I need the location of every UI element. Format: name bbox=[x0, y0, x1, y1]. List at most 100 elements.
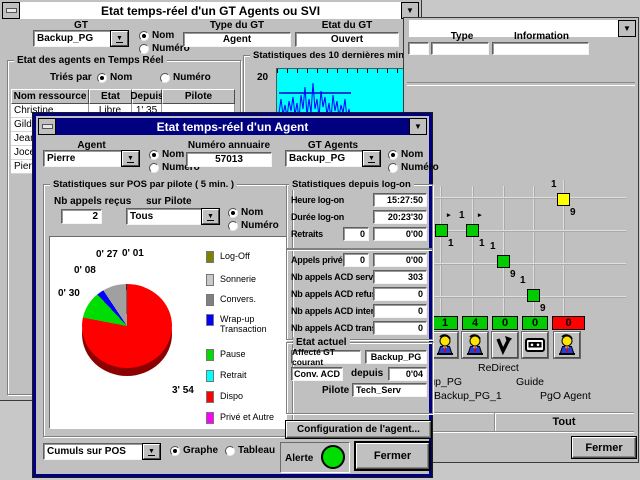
gtagents-radio-numero[interactable] bbox=[388, 163, 398, 173]
pilote-radio-numero[interactable] bbox=[228, 221, 238, 231]
agents-group-title: Etat des agents en Temps Réel bbox=[14, 55, 167, 66]
gt-radio-nom[interactable] bbox=[139, 31, 149, 41]
duree-logon-label: Durée log-on bbox=[291, 212, 344, 222]
sort-radio-numero[interactable] bbox=[160, 73, 170, 83]
agent-fermer-button[interactable]: Fermer bbox=[356, 443, 429, 469]
sort-radio-nom[interactable] bbox=[97, 73, 107, 83]
legend-item: Privé et Autre bbox=[206, 412, 274, 424]
restore-icon[interactable]: ▼ bbox=[409, 118, 427, 135]
pie bbox=[82, 284, 172, 368]
retraits-label: Retraits bbox=[291, 229, 323, 239]
system-menu-icon[interactable] bbox=[2, 2, 20, 19]
sur-pilote-label: sur Pilote bbox=[146, 196, 192, 207]
acd-servis-label: Nb appels ACD servis bbox=[291, 272, 380, 282]
dropdown-arrow-icon[interactable]: ▼ bbox=[363, 151, 380, 166]
legend-chip bbox=[206, 391, 214, 403]
depuis-label: depuis bbox=[351, 368, 383, 379]
gt-agents-combobox[interactable]: Backup_PG ▼ bbox=[285, 150, 381, 167]
col-header-pilote[interactable]: Pilote bbox=[162, 89, 235, 104]
agent-radio-nom[interactable] bbox=[149, 150, 159, 160]
type-gt-field: Agent bbox=[183, 32, 291, 47]
agent-icon[interactable] bbox=[432, 332, 458, 358]
routing-node[interactable] bbox=[527, 289, 540, 302]
etat-agent-field: Conv. ACD bbox=[291, 367, 343, 381]
gt-courant-field: Backup_PG bbox=[365, 350, 427, 364]
agent-window-titlebar[interactable]: Etat temps-réel d'un Agent ▼ bbox=[38, 118, 427, 135]
agent-radio-nom-label: Nom bbox=[162, 149, 184, 160]
redirect-icon[interactable] bbox=[492, 332, 518, 358]
pilote-field: Tech_Serv bbox=[352, 383, 427, 397]
node-count-top: 1 bbox=[520, 275, 526, 286]
node-count-top: 1 bbox=[551, 179, 557, 190]
alerte-label: Alerte bbox=[285, 453, 313, 464]
gtagents-radio-numero-label: Numéro bbox=[401, 162, 439, 173]
gtagents-radio-nom[interactable] bbox=[388, 150, 398, 160]
tableau-radio[interactable] bbox=[225, 446, 235, 456]
information-cell[interactable] bbox=[492, 42, 589, 55]
routing-node[interactable] bbox=[466, 224, 479, 237]
type-cell-small[interactable] bbox=[408, 42, 429, 55]
dropdown-arrow-icon[interactable]: ▼ bbox=[122, 151, 139, 166]
agent-combobox-value: Pierre bbox=[44, 153, 122, 164]
legend-item: Dispo bbox=[206, 391, 243, 403]
acd-transferes-field: 0 bbox=[373, 321, 427, 335]
dropdown-arrow-icon[interactable]: ▼ bbox=[202, 209, 219, 224]
pilote-radio-nom-label: Nom bbox=[241, 207, 263, 218]
restore-icon[interactable]: ▼ bbox=[618, 20, 636, 37]
legend-item: Convers. bbox=[206, 294, 256, 306]
gt-window-titlebar[interactable]: Etat temps-réel d'un GT Agents ou SVI ▼ bbox=[2, 2, 419, 19]
legend-chip bbox=[206, 294, 214, 306]
legend-chip bbox=[206, 251, 214, 263]
restore-icon[interactable]: ▼ bbox=[401, 2, 419, 19]
legend-item: Pause bbox=[206, 349, 246, 361]
cumuls-combobox[interactable]: Cumuls sur POS ▼ bbox=[43, 443, 161, 460]
dropdown-arrow-icon[interactable]: ▼ bbox=[111, 31, 128, 46]
heure-logon-field: 15:27:50 bbox=[373, 193, 427, 207]
sort-radio-nom-label: Nom bbox=[110, 72, 132, 83]
y-axis-tick: 20 bbox=[257, 72, 268, 83]
agent-icon[interactable] bbox=[462, 332, 488, 358]
col-header-nom[interactable]: Nom ressource bbox=[11, 89, 89, 104]
gt-radio-numero[interactable] bbox=[139, 44, 149, 54]
status-box: 1 bbox=[432, 316, 458, 330]
status-box: 0 bbox=[522, 316, 548, 330]
routing-node[interactable] bbox=[497, 255, 510, 268]
status-box: 0 bbox=[492, 316, 518, 330]
sort-radio-numero-label: Numéro bbox=[173, 72, 211, 83]
tout-bar[interactable]: Tout bbox=[408, 412, 634, 432]
gt-combobox[interactable]: Backup_PG ▼ bbox=[33, 30, 129, 47]
status-box: 4 bbox=[462, 316, 488, 330]
appels-prives-duration-field: 0'00 bbox=[373, 253, 427, 267]
affecte-gt-field: Affecté GT courant bbox=[291, 350, 361, 364]
agent-combobox[interactable]: Pierre ▼ bbox=[43, 150, 140, 167]
pilot-fermer-button[interactable]: Fermer bbox=[572, 437, 636, 458]
etat-gt-label: Etat du GT bbox=[295, 20, 399, 31]
machine-icon[interactable] bbox=[522, 332, 548, 358]
appels-prives-label: Appels privés bbox=[291, 255, 347, 265]
node-arrow-icon: ▸ bbox=[478, 211, 482, 219]
system-menu-icon[interactable] bbox=[38, 118, 56, 135]
routing-node[interactable] bbox=[435, 224, 448, 237]
node-count-bottom: 1 bbox=[479, 238, 485, 249]
dropdown-arrow-icon[interactable]: ▼ bbox=[143, 444, 160, 459]
nb-appels-field: 2 bbox=[61, 209, 102, 224]
sur-pilote-combobox[interactable]: Tous ▼ bbox=[126, 208, 220, 225]
acd-refuses-field: 0 bbox=[373, 287, 427, 301]
legend-label: Convers. bbox=[214, 294, 256, 306]
minutes-stats-title: Statistiques des 10 dernières minutes bbox=[250, 50, 427, 61]
col-header-depuis[interactable]: Depuis bbox=[132, 89, 162, 104]
col-header-etat[interactable]: Etat bbox=[89, 89, 132, 104]
type-cell[interactable] bbox=[431, 42, 489, 55]
pie-callout: 0' 01 bbox=[122, 248, 144, 259]
agent-radio-numero[interactable] bbox=[149, 163, 159, 173]
legend-label: Retrait bbox=[214, 370, 247, 382]
routing-node[interactable] bbox=[557, 193, 570, 206]
pie-callout: 0' 27 bbox=[96, 249, 118, 260]
graphe-radio[interactable] bbox=[170, 446, 180, 456]
pilote-radio-nom[interactable] bbox=[228, 208, 238, 218]
separator bbox=[407, 82, 635, 86]
configuration-button[interactable]: Configuration de l'agent... bbox=[286, 421, 431, 438]
legend-item: Retrait bbox=[206, 370, 247, 382]
agent-icon[interactable] bbox=[554, 332, 580, 358]
legend-item: Sonnerie bbox=[206, 274, 256, 286]
